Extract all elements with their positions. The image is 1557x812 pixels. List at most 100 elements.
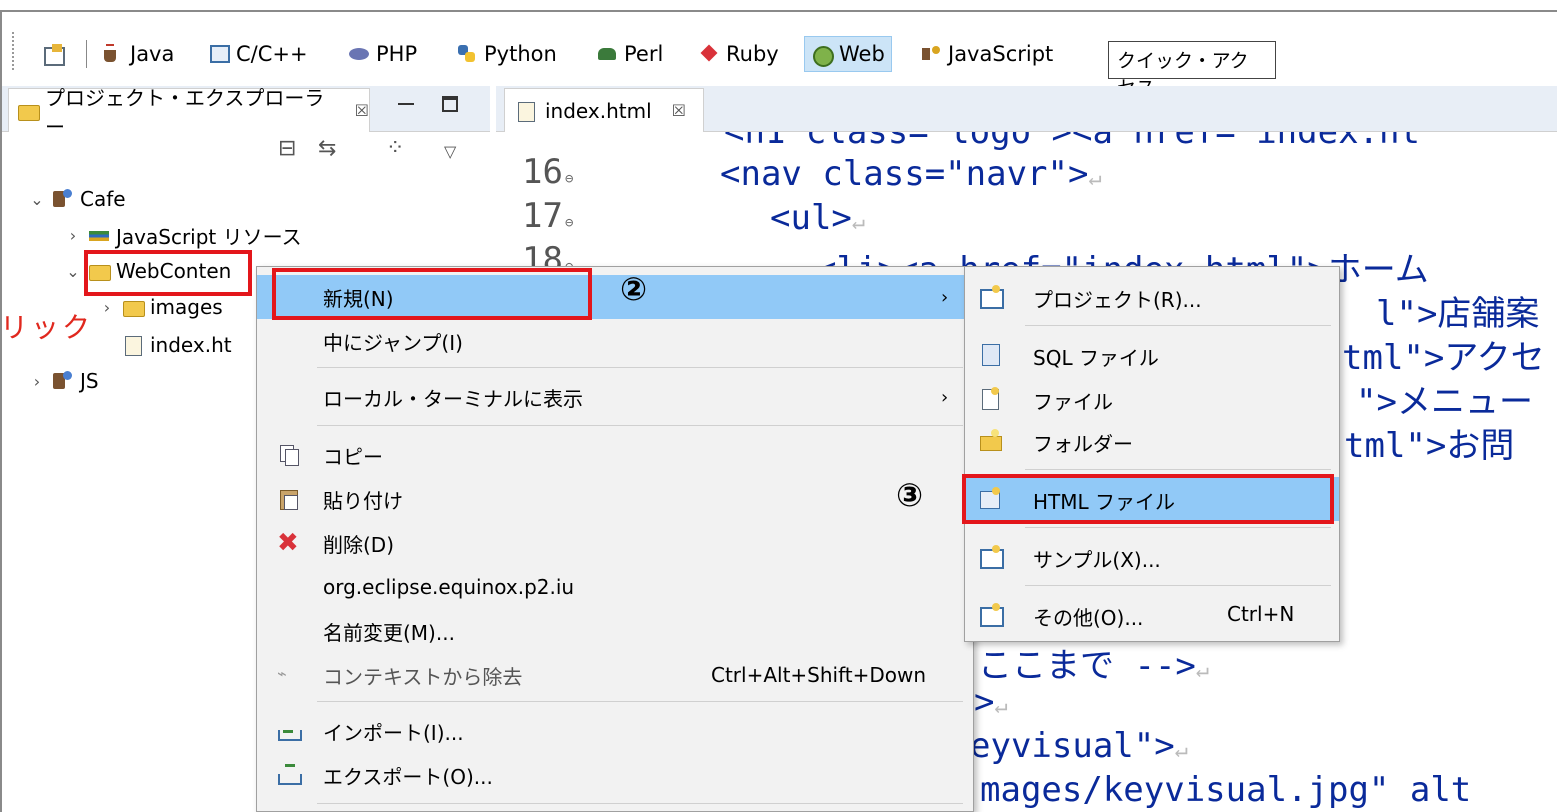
menu-item-rename[interactable]: 名前変更(M)... — [257, 609, 973, 653]
annotation-box-html-file — [962, 474, 1334, 524]
chevron-down-icon[interactable]: ⌄ — [64, 262, 82, 281]
menu-separator — [1025, 527, 1331, 528]
chevron-right-icon[interactable]: › — [28, 372, 46, 391]
code-line[interactable]: >↵ — [974, 682, 1008, 722]
submenu-item-project[interactable]: プロジェクト(R)... — [965, 275, 1339, 319]
new-file-icon — [979, 387, 1001, 410]
window-top-border — [0, 0, 1557, 12]
chevron-right-icon[interactable]: › — [98, 298, 116, 317]
fold-icon[interactable]: ⊖ — [565, 215, 573, 231]
perspective-web[interactable]: Web — [804, 36, 892, 72]
project-icon — [52, 189, 74, 209]
submenu-item-sql-file[interactable]: SQL ファイル — [965, 333, 1339, 377]
menu-label: エクスポート(O)... — [323, 764, 493, 789]
code-text: <ul> — [770, 198, 852, 238]
submenu-item-other[interactable]: その他(O)... Ctrl+N — [965, 593, 1339, 637]
line-end-marker: ↵ — [994, 694, 1008, 719]
code-text: eyvisual"> — [970, 726, 1175, 766]
perspective-python[interactable]: Python — [450, 36, 563, 72]
line-end-marker: ↵ — [1088, 166, 1102, 191]
perspective-label: JavaScript — [948, 42, 1054, 66]
perspective-cpp[interactable]: C/C++ — [204, 36, 314, 72]
menu-item-paste[interactable]: 貼り付け — [257, 477, 973, 521]
menu-label: プロジェクト(R)... — [1033, 288, 1202, 312]
menu-item-show-in-terminal[interactable]: ローカル・ターミナルに表示 › — [257, 375, 973, 419]
menu-item-p2iu[interactable]: org.eclipse.equinox.p2.iu — [257, 565, 973, 609]
menu-item-go-into[interactable]: 中にジャンプ(I) — [257, 319, 973, 363]
menu-label: org.eclipse.equinox.p2.iu — [323, 575, 575, 599]
tab-index-html[interactable]: index.html ☒ — [504, 88, 704, 132]
submenu-item-sample[interactable]: サンプル(X)... — [965, 535, 1339, 579]
export-icon — [277, 764, 302, 786]
menu-item-remove-from-context[interactable]: ⌁ コンテキストから除去 Ctrl+Alt+Shift+Down — [257, 653, 973, 697]
code-line[interactable]: mages/keyvisual.jpg" alt — [980, 770, 1471, 810]
menu-label: ファイル — [1033, 390, 1113, 414]
view-menu-icon[interactable]: ▽ — [444, 142, 456, 172]
code-line[interactable]: l">店舗案 — [1376, 286, 1539, 335]
menu-label: 名前変更(M)... — [323, 620, 455, 645]
chevron-down-icon[interactable]: ⌄ — [28, 190, 46, 209]
perl-camel-icon — [596, 44, 618, 64]
code-line[interactable]: ここまで -->↵ — [978, 638, 1209, 687]
chevron-right-icon[interactable]: › — [64, 226, 82, 245]
code-line[interactable]: ">メニュー — [1356, 374, 1533, 423]
filters-icon[interactable]: ⁘ — [386, 136, 404, 166]
line-end-marker: ↵ — [1174, 738, 1188, 763]
tree-item-images[interactable]: › images — [98, 292, 223, 322]
minimize-view-button[interactable] — [398, 94, 416, 114]
line-end-marker: ↵ — [851, 210, 866, 235]
html-file-icon — [515, 101, 537, 122]
code-line[interactable]: <nav class="navr">↵ — [720, 154, 1102, 194]
html-file-icon — [122, 335, 144, 356]
tree-item-cafe[interactable]: ⌄ Cafe — [28, 184, 125, 214]
tree-label: JS — [80, 369, 99, 393]
menu-label: サンプル(X)... — [1033, 548, 1161, 572]
code-line[interactable]: <ul>↵ — [770, 198, 865, 238]
tree-label: index.ht — [150, 333, 232, 357]
submenu-item-file[interactable]: ファイル — [965, 377, 1339, 421]
annotation-click-label: リック — [0, 311, 94, 344]
submenu-item-folder[interactable]: フォルダー — [965, 419, 1339, 463]
open-perspective-button[interactable] — [36, 36, 70, 72]
remove-context-icon: ⌁ — [277, 664, 287, 683]
close-tab-icon[interactable]: ☒ — [672, 101, 686, 120]
collapse-all-button[interactable]: ⊟ — [278, 136, 296, 166]
tree-item-js[interactable]: › JS — [28, 366, 99, 396]
close-tab-icon[interactable]: ☒ — [355, 101, 369, 120]
copy-icon — [277, 444, 299, 466]
toolbar-separator — [86, 40, 87, 68]
menu-item-export[interactable]: エクスポート(O)... — [257, 753, 973, 797]
code-line[interactable]: eyvisual">↵ — [970, 726, 1188, 766]
maximize-view-button[interactable] — [442, 96, 458, 112]
new-submenu: プロジェクト(R)... SQL ファイル ファイル フォルダー HTML ファ… — [964, 266, 1340, 642]
menu-item-copy[interactable]: コピー — [257, 433, 973, 477]
link-with-editor-button[interactable]: ⇆ — [318, 136, 336, 166]
perspective-java[interactable]: Java — [96, 36, 180, 72]
menu-label: 貼り付け — [323, 488, 403, 513]
context-menu: 新規(N) › 中にジャンプ(I) ローカル・ターミナルに表示 › コピー 貼り… — [256, 266, 974, 812]
perspective-label: Python — [484, 42, 557, 66]
tree-item-js-resources[interactable]: › JavaScript リソース — [64, 220, 302, 250]
chevron-right-icon: › — [941, 286, 949, 308]
perspective-label: PHP — [376, 42, 418, 66]
tab-project-explorer[interactable]: プロジェクト・エクスプローラー ☒ — [8, 86, 370, 139]
new-project-icon — [979, 285, 1004, 309]
menu-item-delete[interactable]: ✖ 削除(D) — [257, 521, 973, 565]
menu-label: ローカル・ターミナルに表示 — [323, 386, 583, 411]
code-line[interactable]: tml">お問 — [1344, 418, 1514, 467]
quick-access-input[interactable]: クイック・アクセス — [1108, 41, 1276, 99]
web-globe-icon — [811, 44, 834, 67]
open-perspective-icon — [42, 44, 65, 66]
toolbar-grip[interactable] — [12, 32, 16, 70]
code-line[interactable]: tml">アクセ — [1342, 330, 1545, 379]
line-end-marker: ↵ — [1195, 658, 1210, 683]
fold-icon[interactable]: ⊖ — [565, 171, 573, 187]
perspective-javascript[interactable]: JavaScript — [914, 36, 1059, 72]
menu-item-import[interactable]: インポート(I)... — [257, 709, 973, 753]
line-number-text: 16 — [522, 152, 563, 192]
perspective-ruby[interactable]: Ruby — [692, 36, 785, 72]
perspective-php[interactable]: PHP — [342, 36, 423, 72]
menu-label: コンテキストから除去 — [323, 664, 523, 689]
tree-item-index-html[interactable]: index.ht — [122, 330, 232, 360]
perspective-perl[interactable]: Perl — [590, 36, 669, 72]
